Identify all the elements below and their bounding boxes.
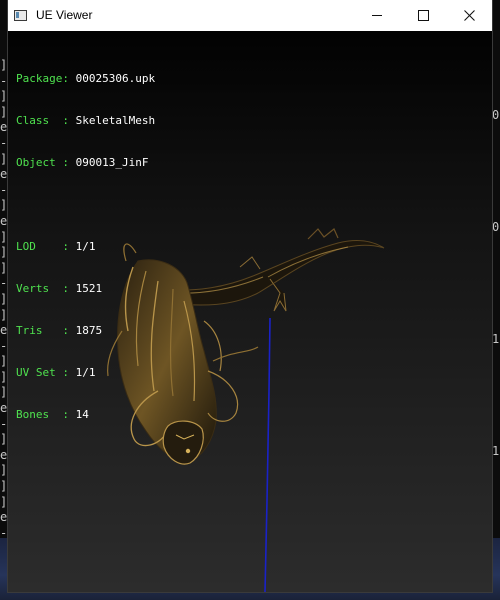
console-char: ] [0, 463, 8, 478]
console-char: e [0, 447, 8, 462]
close-icon [463, 10, 475, 21]
console-char: ] [0, 291, 8, 306]
console-char: e [0, 401, 8, 416]
console-char: - [0, 182, 8, 197]
stat-value: 1/1 [75, 366, 96, 379]
close-button[interactable] [446, 0, 492, 31]
console-char: 1 [492, 444, 500, 458]
stat-row-tris: Tris : 1875 [16, 324, 155, 338]
console-char: e [0, 120, 8, 135]
ue-viewer-window: UE Viewer Package: 00025306.upk Class: … [8, 0, 492, 592]
info-value: 00025306.upk [75, 72, 156, 85]
console-char: ] [0, 494, 8, 509]
mesh-viewport[interactable]: Package: 00025306.upk Class : SkeletalMe… [8, 31, 492, 592]
stat-value: 1/1 [75, 240, 96, 253]
maximize-icon [417, 10, 429, 21]
console-char: e [0, 323, 8, 338]
console-char: 0 [492, 220, 500, 234]
info-row-object: Object : 090013_JinF [16, 156, 155, 170]
console-char: 0 [492, 108, 500, 122]
window-title: UE Viewer [36, 8, 93, 22]
console-char: e [0, 213, 8, 228]
console-char: ] [0, 151, 8, 166]
stat-value: 1521 [75, 282, 103, 295]
maximize-button[interactable] [400, 0, 446, 31]
info-value: 090013_JinF [75, 156, 149, 169]
console-char: ] [0, 354, 8, 369]
console-char: ] [0, 479, 8, 494]
console-char: ] [0, 432, 8, 447]
console-char: - [0, 135, 8, 150]
stat-row-uvset: UV Set : 1/1 [16, 366, 155, 380]
console-char: ] [0, 307, 8, 322]
stat-value: 14 [75, 408, 89, 421]
stat-row-lod: LOD : 1/1 [16, 240, 155, 254]
console-right-column: 0 0 1 1 [492, 0, 500, 600]
console-char: - [0, 276, 8, 291]
console-char: 1 [492, 332, 500, 346]
stat-value: 1875 [75, 324, 103, 337]
info-value: SkeletalMesh [75, 114, 156, 127]
console-char: e [0, 167, 8, 182]
title-bar[interactable]: UE Viewer [8, 0, 492, 31]
stat-label: Verts : [16, 282, 69, 295]
axis-line [264, 317, 271, 592]
console-char: ] [0, 369, 8, 384]
info-label: Package: [16, 72, 69, 85]
console-char: ] [0, 89, 8, 104]
console-char: ] [0, 58, 8, 72]
console-char: ] [0, 385, 8, 400]
console-char: ] [0, 104, 8, 119]
console-char: ] [0, 229, 8, 244]
console-char: - [0, 338, 8, 353]
console-char: - [0, 73, 8, 88]
app-window-icon [14, 10, 27, 21]
console-char: - [0, 416, 8, 431]
stat-label: LOD : [16, 240, 69, 253]
info-label: Object : [16, 156, 69, 169]
console-char: ] [0, 260, 8, 275]
minimize-button[interactable] [354, 0, 400, 31]
minimize-icon [372, 15, 382, 16]
stat-label: Tris : [16, 324, 69, 337]
stat-row-bones: Bones : 14 [16, 408, 155, 422]
info-label: Class : [16, 114, 69, 127]
console-left-column: ] - ] ] e - ] e - ] e ] ] ] - ] ] e - ] … [0, 58, 8, 541]
info-row-class: Class : SkeletalMesh [16, 114, 155, 128]
stat-label: UV Set : [16, 366, 69, 379]
info-row-package: Package: 00025306.upk [16, 72, 155, 86]
mesh-info-panel: Package: 00025306.upk Class : SkeletalMe… [16, 44, 155, 450]
console-char: ] [0, 245, 8, 260]
stat-row-verts: Verts : 1521 [16, 282, 155, 296]
console-char: e [0, 510, 8, 525]
console-char: ] [0, 198, 8, 213]
stat-label: Bones : [16, 408, 69, 421]
